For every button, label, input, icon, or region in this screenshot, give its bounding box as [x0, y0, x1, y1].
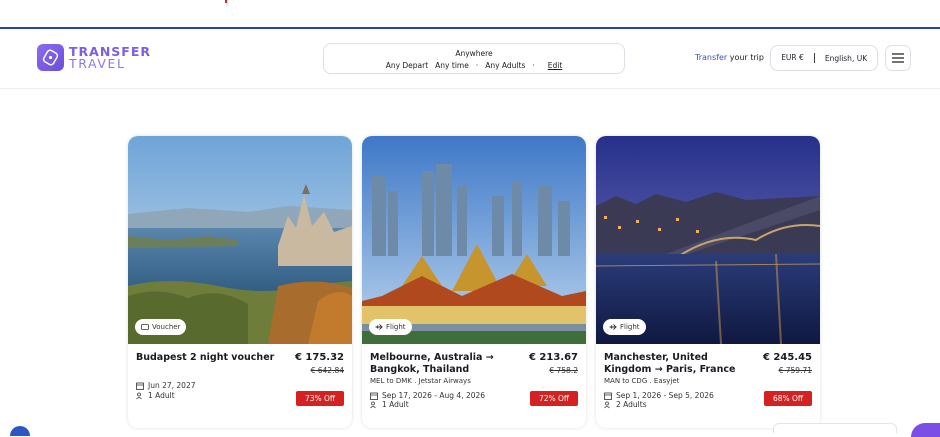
search-time: Any time — [435, 61, 469, 70]
paris-image — [596, 136, 820, 344]
discount-badge: 68% Off — [764, 391, 812, 406]
budapest-image — [128, 136, 352, 344]
search-destination: Anywhere — [455, 49, 493, 58]
floating-help-button[interactable] — [10, 426, 30, 436]
transfer-rest-text: your trip — [729, 53, 764, 62]
deal-title: Manchester, United Kingdom → Paris, Fran… — [604, 352, 736, 375]
dot-separator: · — [532, 61, 535, 70]
discount-badge: 72% Off — [530, 391, 578, 406]
category-badge: Voucher — [135, 319, 187, 335]
original-price: € 759.71 — [778, 366, 812, 375]
search-summary[interactable]: Anywhere Any Depart Any time · Any Adult… — [323, 43, 625, 74]
badge-label: Voucher — [152, 323, 181, 331]
flight-route: MEL to DMK . Jetstar Airways — [370, 377, 471, 385]
date-row: Sep 17, 2026 - Aug 4, 2026 — [370, 391, 485, 400]
original-price: € 758.2 — [549, 366, 578, 375]
calendar-icon — [136, 382, 144, 390]
dot-separator: · — [475, 61, 479, 70]
edit-search-link[interactable]: Edit — [548, 61, 563, 70]
category-badge: Flight — [369, 319, 412, 335]
deal-date: Jun 27, 2027 — [148, 381, 196, 390]
deal-price: € 175.32 — [294, 352, 344, 363]
bangkok-image — [362, 136, 586, 344]
bottom-panel-edge — [773, 423, 897, 433]
deal-card[interactable]: Flight Manchester, United Kingdom → Pari… — [596, 136, 820, 428]
voucher-icon — [141, 323, 149, 331]
discount-badge: 73% Off — [296, 391, 344, 406]
logo-icon — [37, 44, 64, 71]
people-icon — [370, 401, 378, 409]
date-row: Jun 27, 2027 — [136, 381, 196, 390]
transfer-your-trip-link[interactable]: Transfer your trip — [695, 53, 764, 62]
menu-button[interactable] — [885, 45, 911, 71]
deal-travellers: 2 Adults — [616, 400, 647, 409]
brand-logo[interactable]: TRANSFER TRAVEL — [37, 44, 151, 71]
search-adults: Any Adults — [485, 61, 526, 70]
badge-label: Flight — [386, 323, 406, 331]
deal-price: € 245.45 — [762, 352, 812, 363]
travellers-row: 1 Adult — [370, 400, 409, 409]
chat-launcher-button[interactable] — [911, 423, 940, 437]
language-selector[interactable]: English, UK — [815, 54, 877, 63]
badge-label: Flight — [620, 323, 640, 331]
deal-title: Budapest 2 night voucher — [136, 352, 275, 363]
brand-line-2: TRAVEL — [69, 55, 126, 71]
deal-price: € 213.67 — [528, 352, 578, 363]
deal-date: Sep 17, 2026 - Aug 4, 2026 — [382, 391, 486, 400]
site-header: TRANSFER TRAVEL Anywhere Any Depart Any … — [0, 29, 940, 89]
date-row: Sep 1, 2026 - Sep 5, 2026 — [604, 391, 714, 400]
currency-selector[interactable]: EUR € — [771, 53, 815, 63]
hamburger-icon — [892, 53, 904, 63]
travellers-row: 1 Adult — [136, 391, 175, 400]
calendar-icon — [370, 392, 378, 400]
transfer-accent-text: Transfer — [695, 53, 728, 62]
original-price: € 642.84 — [310, 366, 344, 375]
travellers-row: 2 Adults — [604, 400, 647, 409]
flight-route: MAN to CDG . Easyjet — [604, 377, 680, 385]
locale-selector[interactable]: EUR € English, UK — [770, 45, 878, 71]
category-badge: Flight — [603, 319, 646, 335]
calendar-icon — [604, 392, 612, 400]
people-icon — [136, 392, 144, 400]
airplane-icon — [375, 323, 383, 331]
people-icon — [604, 401, 612, 409]
deal-travellers: 1 Adult — [382, 400, 409, 409]
airplane-icon — [609, 323, 617, 331]
deal-date: Sep 1, 2026 - Sep 5, 2026 — [616, 391, 714, 400]
deal-travellers: 1 Adult — [148, 391, 175, 400]
deal-card[interactable]: Flight Melbourne, Australia → Bangkok, T… — [362, 136, 586, 428]
deal-title: Melbourne, Australia → Bangkok, Thailand — [370, 352, 494, 375]
search-depart: Any Depart — [385, 61, 429, 70]
deal-card[interactable]: Voucher Budapest 2 night voucher € 175.3… — [128, 136, 352, 428]
red-dot — [225, 0, 227, 3]
